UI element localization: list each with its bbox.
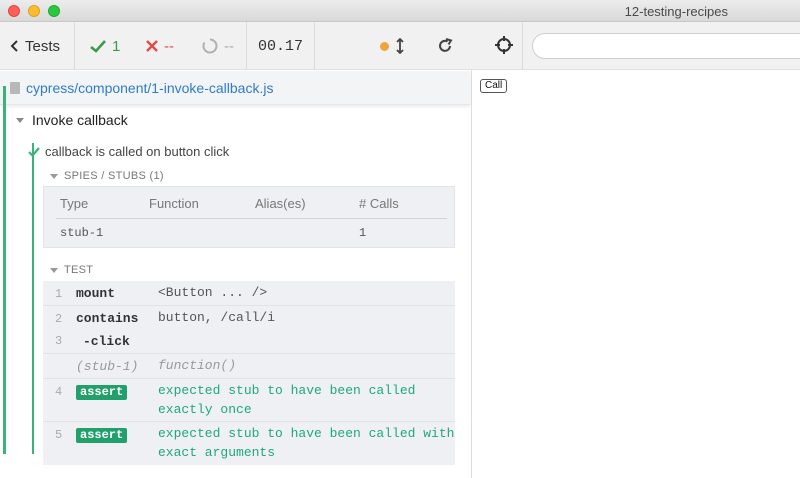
collapse-triangle-icon (50, 173, 58, 179)
command-name: contains (76, 311, 139, 326)
spec-file-link[interactable]: cypress/component/1-invoke-callback.js (26, 80, 273, 96)
status-dot-icon (380, 22, 389, 70)
circle-notch-icon (202, 38, 218, 54)
check-icon (28, 146, 40, 157)
suite-title-row[interactable]: Invoke callback (16, 112, 128, 128)
spy-type-cell[interactable]: stub-1 (60, 226, 103, 240)
call-button[interactable]: Call (480, 79, 508, 93)
spec-file-header: cypress/component/1-invoke-callback.js (0, 71, 470, 105)
passed-count[interactable]: 1 (90, 22, 120, 70)
window-titlebar: 12-testing-recipes (0, 0, 800, 22)
message-line: exact arguments (158, 445, 276, 460)
message-line: exactly once (158, 402, 252, 417)
reload-icon (439, 38, 453, 52)
command-number: 2 (55, 312, 63, 326)
command-number: 1 (55, 287, 63, 301)
crosshair-icon (495, 36, 513, 54)
spies-section-header[interactable]: SPIES / STUBS (1) (50, 170, 164, 182)
command-row[interactable]: 5 assert expected stub to have been call… (43, 422, 455, 465)
collapse-triangle-icon (50, 267, 58, 273)
pending-value: -- (224, 37, 234, 55)
command-number: 3 (55, 334, 63, 348)
chevron-left-icon (10, 40, 18, 52)
command-message: expected stub to have been called exactl… (158, 381, 415, 419)
passed-value: 1 (112, 37, 121, 55)
command-row[interactable]: 3 -click (43, 331, 455, 354)
message-line: expected stub to have been called (158, 383, 416, 398)
divider (74, 22, 75, 70)
column-header: Alias(es) (255, 196, 306, 211)
failed-count[interactable]: -- (146, 22, 174, 70)
divider (314, 22, 315, 70)
app-preview-pane: Call (472, 22, 800, 478)
close-window-button[interactable] (8, 5, 20, 17)
failed-value: -- (164, 37, 174, 55)
suite-title: Invoke callback (32, 112, 128, 128)
test-title: callback is called on button click (45, 144, 230, 159)
column-header: Function (149, 196, 199, 211)
file-icon (10, 81, 20, 94)
collapse-triangle-icon (16, 117, 24, 123)
command-row[interactable]: 4 assert expected stub to have been call… (43, 379, 455, 422)
minimize-window-button[interactable] (28, 5, 40, 17)
autoscroll-toggle[interactable] (396, 22, 404, 70)
command-row[interactable]: 1 mount <Button ... /> (43, 281, 455, 306)
divider (522, 22, 523, 70)
command-name: (stub-1) (76, 359, 139, 374)
command-log: 1 mount <Button ... /> 2 contains button… (43, 281, 455, 465)
duration: 00.17 (258, 37, 304, 55)
assert-badge: assert (76, 385, 128, 400)
rerun-tests-button[interactable] (437, 22, 453, 70)
check-icon (90, 39, 106, 53)
zoom-window-button[interactable] (48, 5, 60, 17)
url-input[interactable] (532, 33, 800, 59)
spies-header-label: SPIES / STUBS (1) (64, 170, 164, 182)
assert-badge: assert (76, 428, 128, 443)
spies-table: Type Function Alias(es) # Calls stub-1 1 (43, 186, 455, 248)
message-line: expected stub to have been called with (158, 426, 455, 441)
preview-toolbar (472, 22, 800, 70)
divider (56, 218, 447, 219)
column-header: Type (60, 196, 89, 211)
window-title: 12-testing-recipes (624, 4, 728, 19)
divider (246, 22, 247, 70)
suite-status-rail (3, 86, 6, 454)
stats-bar: Tests 1 -- -- 00.17 (0, 22, 472, 70)
command-message: <Button ... /> (158, 285, 268, 300)
selector-playground-button[interactable] (494, 35, 514, 55)
test-status-rail (32, 143, 34, 454)
spy-calls-cell: 1 (359, 226, 367, 240)
command-row[interactable]: 2 contains button, /call/i (43, 306, 455, 331)
arrows-up-down-icon (396, 38, 404, 54)
tests-label: Tests (25, 37, 61, 55)
reporter-panel: Tests 1 -- -- 00.17 cypress/component/1-… (0, 22, 472, 478)
command-row[interactable]: (stub-1) function() (43, 354, 455, 379)
column-header: # Calls (359, 196, 399, 211)
command-number: 5 (55, 428, 63, 442)
command-number: 4 (55, 385, 63, 399)
command-message: function() (158, 358, 237, 373)
command-message: button, /call/i (158, 310, 276, 325)
tests-back-button[interactable]: Tests (10, 22, 60, 70)
command-message: expected stub to have been called with e… (158, 424, 454, 462)
command-name: -click (83, 334, 130, 349)
test-body-label: TEST (64, 264, 94, 276)
command-name: mount (76, 286, 116, 301)
pending-count[interactable]: -- (202, 22, 234, 70)
test-body-header[interactable]: TEST (50, 264, 93, 276)
x-icon (146, 40, 158, 52)
test-title-row[interactable]: callback is called on button click (28, 144, 229, 159)
